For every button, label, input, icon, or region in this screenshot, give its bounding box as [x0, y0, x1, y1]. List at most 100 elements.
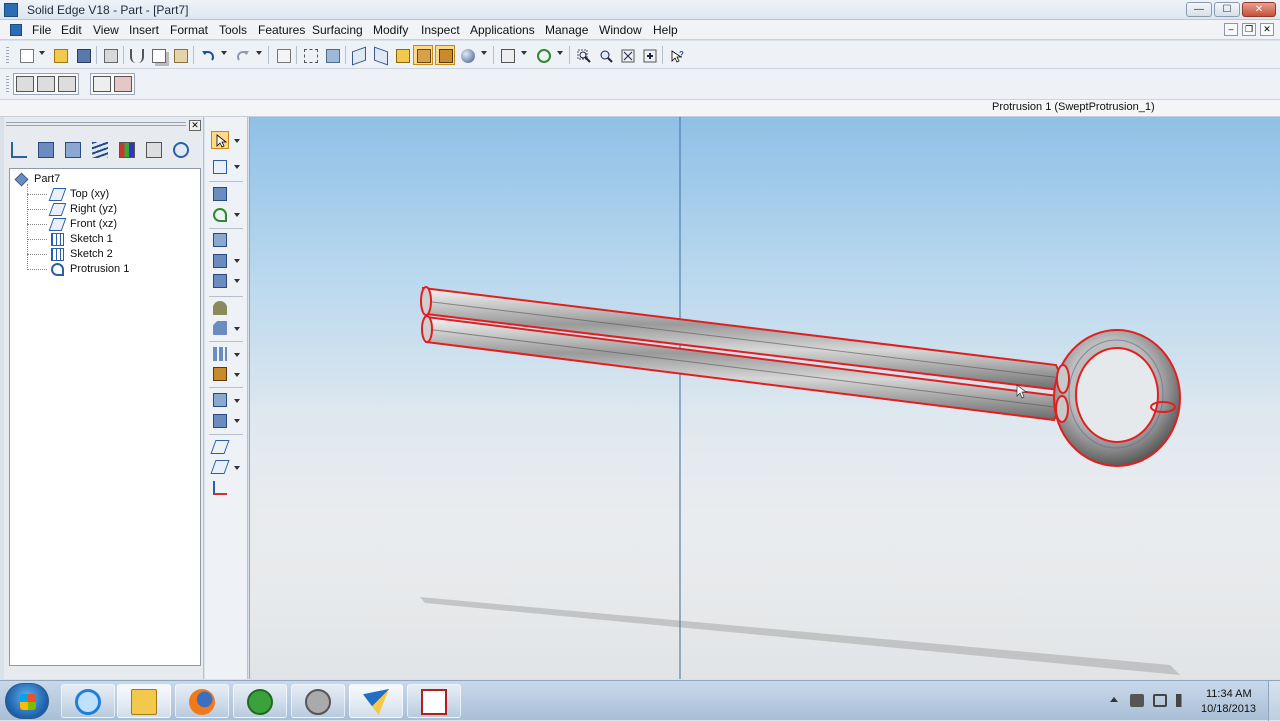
tab-feature-library[interactable] [35, 139, 57, 161]
zoom-button[interactable] [595, 45, 615, 65]
tree-item[interactable]: Right (yz) [10, 202, 198, 217]
minimize-button[interactable]: — [1186, 2, 1212, 17]
menu-surfacing[interactable]: Surfacing [312, 23, 363, 37]
menu-insert[interactable]: Insert [129, 23, 159, 37]
menu-applications[interactable]: Applications [470, 23, 535, 37]
menu-manage[interactable]: Manage [545, 23, 588, 37]
plane-dropdown-icon[interactable] [234, 466, 240, 470]
insert-object-button[interactable] [273, 45, 293, 65]
select-dropdown-icon[interactable] [234, 139, 240, 143]
clock-time[interactable]: 11:34 AM [1206, 688, 1252, 700]
draft-dropdown-icon[interactable] [234, 419, 240, 423]
taskbar-internet-explorer[interactable] [61, 684, 115, 718]
rotate-dropdown-icon[interactable] [557, 51, 563, 55]
print-button[interactable] [100, 45, 120, 65]
menu-modify[interactable]: Modify [373, 23, 408, 37]
document-icon[interactable] [10, 24, 22, 36]
view-dimetric-button[interactable] [370, 45, 390, 66]
tab-family-of-parts[interactable] [62, 139, 84, 161]
named-views-dropdown-icon[interactable] [521, 51, 527, 55]
draft-button[interactable] [211, 412, 229, 430]
paste-button[interactable] [170, 45, 190, 65]
whats-this-help-button[interactable]: ? [666, 45, 686, 65]
menu-features[interactable]: Features [258, 23, 305, 37]
tab-layers[interactable] [89, 139, 111, 161]
toolbar-grip[interactable] [6, 76, 9, 94]
doc-minimize-button[interactable]: – [1224, 23, 1238, 36]
redo-button[interactable] [232, 45, 252, 65]
undo-button[interactable] [197, 45, 217, 65]
taskbar-paint[interactable] [407, 684, 461, 718]
tray-app-icon[interactable] [1130, 694, 1144, 707]
maximize-button[interactable]: ☐ [1214, 2, 1240, 17]
shaded-visible-edges-button[interactable] [435, 45, 455, 65]
pan-button[interactable] [639, 45, 659, 65]
round-button[interactable] [211, 299, 229, 317]
menu-tools[interactable]: Tools [219, 23, 247, 37]
action-center-flag-icon[interactable] [1153, 694, 1167, 707]
protrusion-button[interactable] [211, 185, 229, 203]
coordinate-system-button[interactable] [211, 479, 229, 497]
show-hidden-icons-icon[interactable] [1110, 697, 1118, 702]
toolbar-grip[interactable] [6, 47, 9, 63]
tree-item[interactable]: Top (xy) [10, 187, 198, 202]
sketch-dropdown-icon[interactable] [234, 165, 240, 169]
upper-rod-end-cap[interactable] [420, 286, 432, 316]
menu-help[interactable]: Help [653, 23, 678, 37]
shaded-button[interactable] [413, 45, 433, 65]
taskbar-file-explorer[interactable] [117, 684, 171, 718]
sketch-button[interactable] [211, 158, 229, 176]
view-style-dropdown-icon[interactable] [481, 51, 487, 55]
menu-file[interactable]: File [32, 23, 51, 37]
menu-window[interactable]: Window [599, 23, 642, 37]
hole-dropdown-icon[interactable] [234, 279, 240, 283]
tree-item[interactable]: Protrusion 1 [10, 262, 198, 277]
view-iso-button[interactable] [348, 45, 368, 66]
new-dropdown-icon[interactable] [39, 51, 45, 55]
cut-button[interactable] [126, 45, 146, 65]
tab-feature-pathfinder[interactable] [8, 139, 30, 161]
chamfer-button[interactable] [211, 319, 229, 337]
coincident-plane-button[interactable] [210, 458, 230, 476]
doc-restore-button[interactable]: ❐ [1242, 23, 1256, 36]
tree-item[interactable]: Sketch 1 [10, 232, 198, 247]
panel-close-button[interactable]: ✕ [189, 120, 201, 131]
undo-dropdown-icon[interactable] [221, 51, 227, 55]
copy-button[interactable] [148, 45, 168, 65]
thin-wall-button[interactable] [211, 391, 229, 409]
select-tool-button[interactable] [300, 45, 320, 65]
view-style-button[interactable] [457, 45, 477, 65]
cutout-button[interactable] [211, 231, 229, 249]
select-tool-button[interactable] [211, 131, 229, 149]
start-button[interactable] [5, 683, 49, 719]
volume-speaker-icon[interactable] [1176, 694, 1190, 707]
zoom-area-button[interactable] [573, 45, 593, 65]
round-dropdown-icon[interactable] [234, 327, 240, 331]
fit-button[interactable] [617, 45, 637, 65]
tab-sensors[interactable] [116, 139, 138, 161]
taskbar-media-player[interactable] [291, 684, 345, 718]
taskbar-firefox[interactable] [175, 684, 229, 718]
tree-item[interactable]: Sketch 2 [10, 247, 198, 262]
doc-close-button[interactable]: ✕ [1260, 23, 1274, 36]
lower-rod-end-cap[interactable] [421, 315, 433, 343]
arrange-windows-icon[interactable] [58, 76, 76, 92]
rib-dropdown-icon[interactable] [234, 373, 240, 377]
rib-button[interactable] [211, 365, 229, 383]
reference-plane-button[interactable] [210, 438, 230, 456]
protrusion-dropdown-icon[interactable] [234, 213, 240, 217]
menu-edit[interactable]: Edit [61, 23, 82, 37]
close-button[interactable]: ✕ [1242, 2, 1276, 17]
named-views-button[interactable] [497, 45, 517, 65]
show-desktop-button[interactable] [1268, 681, 1280, 721]
pattern-button[interactable] [211, 345, 229, 363]
tree-root-part[interactable]: Part7 [10, 172, 198, 187]
save-button[interactable] [73, 45, 93, 65]
taskbar-solid-edge[interactable] [349, 684, 403, 718]
taskbar-utorrent[interactable] [233, 684, 287, 718]
open-button[interactable] [50, 45, 70, 65]
view-front-button[interactable] [392, 45, 412, 65]
tile-windows-icon[interactable] [37, 76, 55, 92]
clock-date[interactable]: 10/18/2013 [1201, 703, 1256, 715]
cutout-dropdown-icon[interactable] [234, 259, 240, 263]
